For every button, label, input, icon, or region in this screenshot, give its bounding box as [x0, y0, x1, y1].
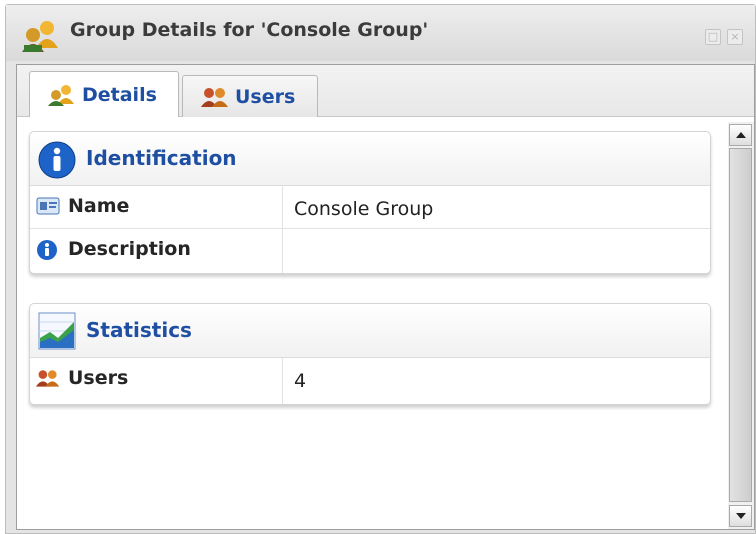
group-details-window: Group Details for 'Console Group' □ × De…	[5, 4, 756, 534]
tab-users[interactable]: Users	[182, 75, 318, 117]
identification-panel: Identification Name Console Group Descri…	[29, 131, 711, 274]
tab-strip: Details Users	[17, 65, 754, 117]
name-label: Name	[68, 195, 130, 217]
users-count-value: 4	[294, 370, 307, 392]
scroll-down-button[interactable]	[729, 505, 752, 527]
vertical-scrollbar[interactable]	[728, 122, 754, 529]
statistics-panel: Statistics Users 4	[29, 303, 711, 405]
users-label: Users	[68, 367, 129, 389]
tab-users-label: Users	[235, 85, 296, 108]
close-button[interactable]: ×	[727, 29, 743, 45]
info-circle-icon	[38, 141, 76, 179]
description-label: Description	[68, 238, 191, 260]
users-icon	[201, 87, 228, 107]
tab-details[interactable]: Details	[29, 71, 179, 117]
scroll-up-button[interactable]	[729, 124, 752, 146]
group-icon	[48, 84, 74, 106]
info-icon	[37, 240, 57, 260]
table-row: Description	[30, 229, 710, 273]
statistics-header: Statistics	[30, 304, 710, 358]
scroll-thumb[interactable]	[729, 148, 752, 502]
name-value: Console Group	[294, 198, 434, 220]
tab-details-label: Details	[82, 83, 157, 106]
identification-header: Identification	[30, 132, 710, 186]
users-icon	[36, 370, 60, 387]
restore-button[interactable]: □	[705, 29, 721, 45]
arrow-up-icon	[735, 132, 746, 138]
table-row: Users 4	[30, 358, 710, 404]
name-card-icon	[36, 197, 60, 215]
statistics-title: Statistics	[86, 318, 192, 342]
table-row: Name Console Group	[30, 186, 710, 229]
chart-icon	[38, 312, 76, 350]
arrow-down-icon	[735, 513, 746, 519]
window-title: Group Details for 'Console Group'	[70, 19, 429, 41]
identification-title: Identification	[86, 146, 237, 170]
group-icon	[22, 21, 58, 52]
content-area: Details Users Identification Name Consol…	[16, 64, 755, 530]
window-titlebar[interactable]: Group Details for 'Console Group' □ ×	[6, 5, 755, 61]
